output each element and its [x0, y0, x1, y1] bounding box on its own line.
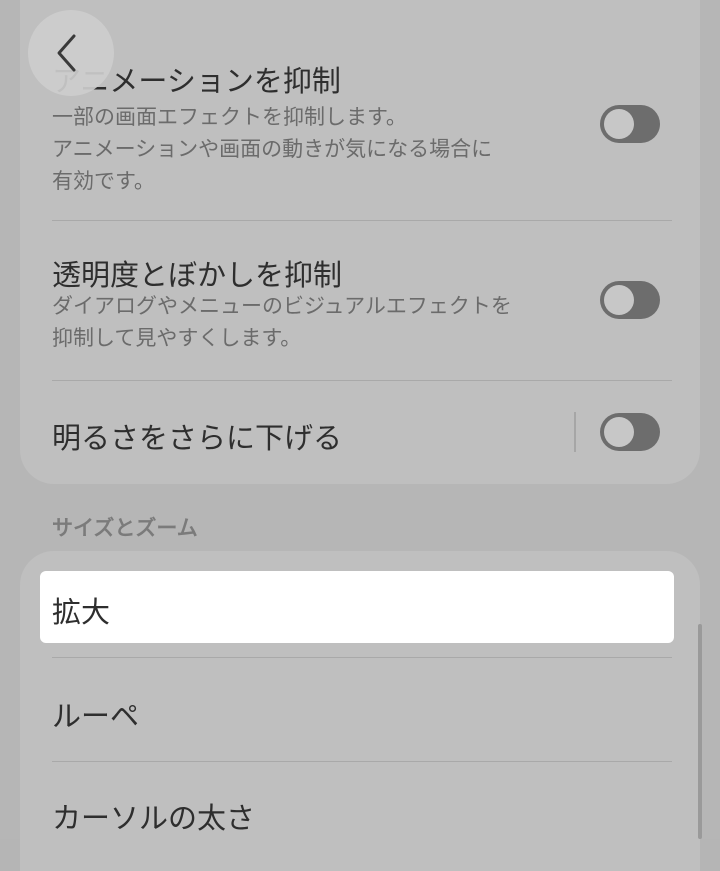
desc-line: 抑制して見やすくします。 — [52, 326, 302, 350]
chevron-left-icon — [57, 34, 76, 72]
vertical-separator — [574, 412, 576, 452]
reduce-animation-description: 一部の画面エフェクトを抑制します。 アニメーションや画面の動きが気になる場合に … — [52, 101, 552, 197]
toggle-knob — [604, 285, 634, 315]
section-header-size-zoom: サイズとズーム — [52, 516, 198, 540]
desc-line: アニメーションや画面の動きが気になる場合に — [52, 137, 493, 161]
divider — [52, 761, 672, 762]
desc-line: ダイアログやメニューのビジュアルエフェクトを — [52, 294, 512, 318]
reduce-transparency-description: ダイアログやメニューのビジュアルエフェクトを 抑制して見やすくします。 — [52, 290, 552, 354]
scrollbar[interactable] — [698, 624, 702, 839]
reduce-transparency-toggle[interactable] — [600, 281, 660, 319]
toggle-knob — [604, 109, 634, 139]
reduce-transparency-title: 透明度とぼかしを抑制 — [52, 258, 343, 292]
toggle-knob — [604, 417, 634, 447]
cursor-thickness-item[interactable]: カーソルの太さ — [52, 795, 255, 837]
back-button[interactable] — [28, 10, 114, 96]
divider — [52, 657, 672, 658]
extra-dim-toggle[interactable] — [600, 413, 660, 451]
settings-screen: アニメーションを抑制 一部の画面エフェクトを抑制します。 アニメーションや画面の… — [0, 0, 720, 871]
magnification-label: 拡大 — [52, 595, 111, 629]
reduce-animation-toggle[interactable] — [600, 105, 660, 143]
divider — [52, 220, 672, 221]
magnification-item[interactable] — [40, 571, 674, 643]
extra-dim-title[interactable]: 明るさをさらに下げる — [52, 415, 342, 457]
magnifier-item[interactable]: ルーペ — [52, 693, 139, 735]
divider — [52, 380, 672, 381]
desc-line: 有効です。 — [52, 169, 155, 193]
desc-line: 一部の画面エフェクトを抑制します。 — [52, 105, 407, 129]
